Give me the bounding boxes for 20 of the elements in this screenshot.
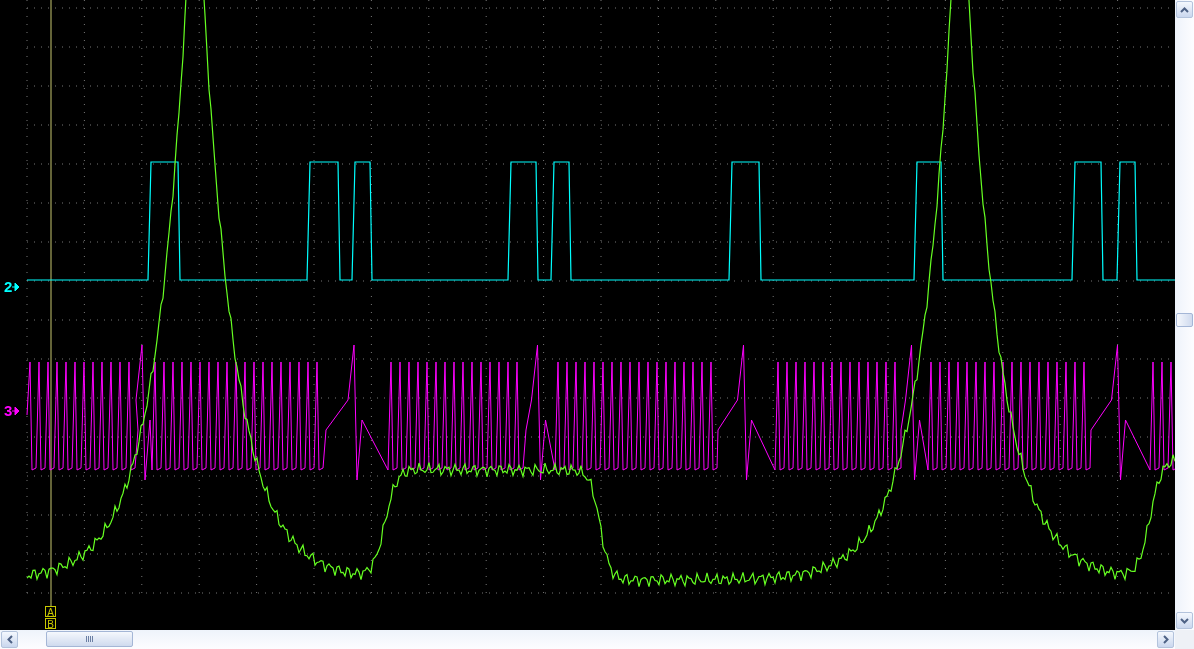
grip-icon (85, 636, 94, 642)
scrollbar-corner (1175, 630, 1194, 649)
scroll-thumb[interactable] (46, 631, 133, 647)
arrow-icon (12, 282, 20, 291)
channel-marker: 3 (4, 403, 20, 418)
chevron-right-icon (1162, 635, 1169, 644)
scroll-down-button[interactable] (1176, 612, 1193, 629)
channel-marker: 2 (4, 279, 20, 294)
horizontal-scrollbar[interactable] (0, 630, 1175, 649)
scroll-thumb[interactable] (1176, 313, 1193, 327)
chevron-down-icon (1180, 617, 1189, 624)
arrow-icon (12, 406, 20, 415)
chevron-left-icon (6, 635, 13, 644)
scroll-left-button[interactable] (1, 631, 18, 648)
cursor-label[interactable]: B (45, 618, 56, 629)
cursor-label[interactable]: A (45, 606, 56, 617)
chevron-up-icon (1180, 6, 1189, 13)
scroll-right-button[interactable] (1157, 631, 1174, 648)
scroll-up-button[interactable] (1176, 1, 1193, 18)
vertical-scrollbar[interactable] (1175, 0, 1194, 630)
